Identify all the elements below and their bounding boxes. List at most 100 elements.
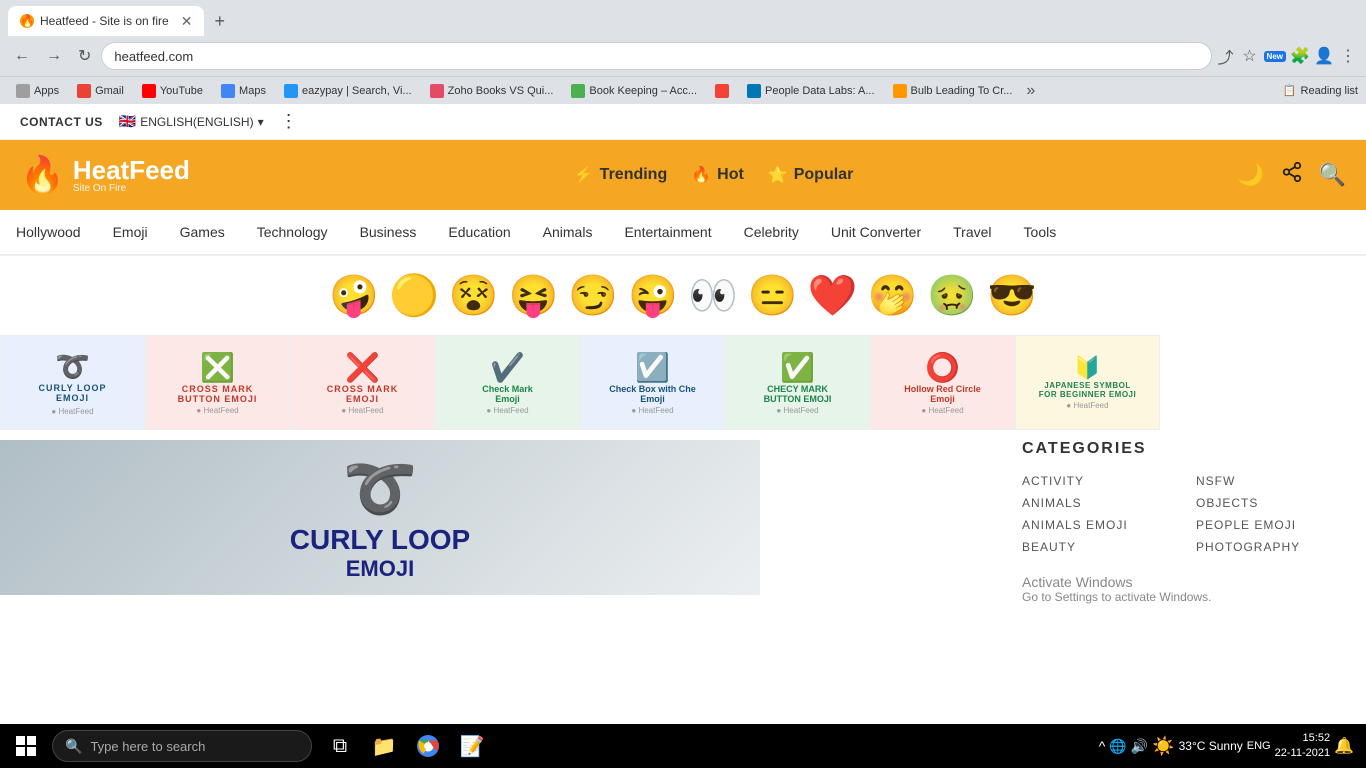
bookmark-favicon-apps xyxy=(16,84,30,98)
category-animals-emoji[interactable]: ANIMALS EMOJI xyxy=(1022,518,1176,532)
reload-button[interactable]: ↻ xyxy=(72,42,97,70)
card-check-box[interactable]: ☑️ Check Box with CheEmoji ● HeatFeed xyxy=(580,335,725,430)
card-curly-loop[interactable]: ➰ CURLY LOOPEMOJI ● HeatFeed xyxy=(0,335,145,430)
category-objects[interactable]: OBJECTS xyxy=(1196,496,1350,510)
emoji-dizzy[interactable]: 🤪 xyxy=(329,272,379,319)
category-activity[interactable]: ACTIVITY xyxy=(1022,474,1176,488)
emoji-wink[interactable]: 😜 xyxy=(628,272,678,319)
nav-item-travel[interactable]: Travel xyxy=(937,210,1007,254)
nav-item-games[interactable]: Games xyxy=(164,210,241,254)
bookmark-bulb[interactable]: Bulb Leading To Cr... xyxy=(885,82,1021,100)
category-beauty[interactable]: BEAUTY xyxy=(1022,540,1176,554)
nav-item-emoji[interactable]: Emoji xyxy=(97,210,164,254)
emoji-dizzy-face[interactable]: 😵 xyxy=(449,272,499,319)
share-button[interactable] xyxy=(1281,161,1303,189)
category-animals[interactable]: ANIMALS xyxy=(1022,496,1176,510)
article-image[interactable]: ➰ CURLY LOOP EMOJI xyxy=(0,440,760,595)
category-nsfw[interactable]: NSFW xyxy=(1196,474,1350,488)
logo-area[interactable]: 🔥 HeatFeed Site On Fire xyxy=(20,154,190,196)
more-bookmarks-btn[interactable]: » xyxy=(1022,80,1039,102)
emoji-shushing[interactable]: 🤭 xyxy=(867,272,917,319)
emoji-sick[interactable]: 🤢 xyxy=(927,272,977,319)
share-icon[interactable]: ⤴ xyxy=(1216,46,1236,66)
card-cross-mark[interactable]: ❌ CROSS MARKEMOJI ● HeatFeed xyxy=(290,335,435,430)
profile-icon[interactable]: 👤 xyxy=(1314,46,1334,66)
emoji-tongue[interactable]: 😝 xyxy=(509,272,559,319)
search-button[interactable]: 🔍 xyxy=(1319,162,1346,188)
bookmark-zoho[interactable]: Zoho Books VS Qui... xyxy=(422,82,562,100)
popular-icon: ⭐ xyxy=(768,165,788,185)
chrome-button[interactable] xyxy=(408,726,448,766)
nav-item-animals[interactable]: Animals xyxy=(527,210,609,254)
start-button[interactable] xyxy=(4,724,48,768)
bookmark-apps[interactable]: Apps xyxy=(8,82,67,100)
nav-trending[interactable]: ⚡ Trending xyxy=(574,165,667,185)
emoji-cool[interactable]: 😎 xyxy=(987,272,1037,319)
clock-area[interactable]: 15:52 22-11-2021 xyxy=(1275,731,1330,762)
card-check-mark[interactable]: ✔️ Check MarkEmoji ● HeatFeed xyxy=(435,335,580,430)
bookmark-linkedin[interactable]: People Data Labs: A... xyxy=(739,82,882,100)
taskview-button[interactable]: ⧉ xyxy=(320,726,360,766)
card-check-button[interactable]: ✅ CHECY MARKBUTTON EMOJI ● HeatFeed xyxy=(725,335,870,430)
nav-item-entertainment[interactable]: Entertainment xyxy=(608,210,727,254)
forward-button[interactable]: → xyxy=(40,43,68,69)
file-explorer-button[interactable]: 📁 xyxy=(364,726,404,766)
tab-close-btn[interactable]: ✕ xyxy=(181,13,193,30)
card-placeholder-2: ❎ CROSS MARKBUTTON EMOJI ● HeatFeed xyxy=(146,336,289,429)
language-selector[interactable]: 🇬🇧 ENGLISH(ENGLISH) ▾ xyxy=(119,113,264,130)
nav-popular[interactable]: ⭐ Popular xyxy=(768,165,853,185)
category-people-emoji[interactable]: PEOPLE EMOJI xyxy=(1196,518,1350,532)
popular-label: Popular xyxy=(794,166,854,184)
up-chevron-icon[interactable]: ^ xyxy=(1099,738,1106,754)
emoji-expressionless[interactable]: 😑 xyxy=(748,272,798,319)
nav-item-business[interactable]: Business xyxy=(344,210,433,254)
address-bar[interactable]: heatfeed.com xyxy=(101,42,1211,70)
bookmark-bookkeeping[interactable]: Book Keeping – Acc... xyxy=(563,82,705,100)
emoji-eyes[interactable]: 👀 xyxy=(688,272,738,319)
card-cross-button[interactable]: ❎ CROSS MARKBUTTON EMOJI ● HeatFeed xyxy=(145,335,290,430)
emoji-circle-yellow[interactable]: 🟡 xyxy=(389,272,439,319)
active-tab[interactable]: 🔥 Heatfeed - Site is on fire ✕ xyxy=(8,6,204,36)
new-tab-button[interactable]: + xyxy=(208,9,231,34)
nav-hot[interactable]: 🔥 Hot xyxy=(691,165,744,185)
tab-favicon: 🔥 xyxy=(20,14,34,28)
nav-item-hollywood[interactable]: Hollywood xyxy=(0,210,97,254)
taskbar-right: ^ 🌐 🔊 ☀️ 33°C Sunny ENG 15:52 22-11-2021… xyxy=(1099,731,1362,762)
card-japanese-symbol[interactable]: 🔰 JAPANESE SYMBOLFOR BEGINNER EMOJI ● He… xyxy=(1015,335,1160,430)
taskbar-search-box[interactable]: 🔍 Type here to search xyxy=(52,730,312,762)
back-button[interactable]: ← xyxy=(8,43,36,69)
bookmark-label-gmail: Gmail xyxy=(95,85,124,97)
language-indicator[interactable]: ENG xyxy=(1247,740,1271,752)
bookmark-label-apps: Apps xyxy=(34,85,59,97)
bookmark-gmail[interactable]: Gmail xyxy=(69,82,132,100)
nav-item-tools[interactable]: Tools xyxy=(1008,210,1073,254)
volume-icon[interactable]: 🔊 xyxy=(1131,738,1148,755)
emoji-smirk[interactable]: 😏 xyxy=(568,272,618,319)
header-nav: ⚡ Trending 🔥 Hot ⭐ Popular xyxy=(574,165,854,185)
nav-item-technology[interactable]: Technology xyxy=(241,210,344,254)
card-hollow-circle[interactable]: ⭕ Hollow Red CircleEmoji ● HeatFeed xyxy=(870,335,1015,430)
bookmark-773[interactable] xyxy=(707,82,737,100)
category-photography[interactable]: PHOTOGRAPHY xyxy=(1196,540,1350,554)
word-button[interactable]: 📝 xyxy=(452,726,492,766)
nav-item-celebrity[interactable]: Celebrity xyxy=(728,210,815,254)
more-options-btn[interactable]: ⋮ xyxy=(280,111,298,132)
extensions-icon[interactable]: 🧩 xyxy=(1290,46,1310,66)
taskbar-search-placeholder: Type here to search xyxy=(90,739,205,754)
reading-list-btn[interactable]: 📋 Reading list xyxy=(1283,84,1358,97)
star-icon[interactable]: ☆ xyxy=(1240,46,1260,66)
menu-icon[interactable]: ⋮ xyxy=(1338,46,1358,66)
notification-icon[interactable]: 🔔 xyxy=(1334,736,1354,756)
nav-item-education[interactable]: Education xyxy=(432,210,526,254)
weather-widget[interactable]: ☀️ 33°C Sunny xyxy=(1152,736,1243,757)
emoji-heart[interactable]: ❤️ xyxy=(808,272,858,319)
network-icon[interactable]: 🌐 xyxy=(1109,738,1126,755)
dark-mode-toggle[interactable]: 🌙 xyxy=(1237,162,1264,188)
bookmark-favicon-linkedin xyxy=(747,84,761,98)
bookmark-maps[interactable]: Maps xyxy=(213,82,274,100)
bookmark-eazypay[interactable]: eazypay | Search, Vi... xyxy=(276,82,420,100)
bookmark-youtube[interactable]: YouTube xyxy=(134,82,211,100)
bookmark-favicon-maps xyxy=(221,84,235,98)
nav-item-unit-converter[interactable]: Unit Converter xyxy=(815,210,937,254)
contact-us-link[interactable]: CONTACT US xyxy=(20,115,103,129)
